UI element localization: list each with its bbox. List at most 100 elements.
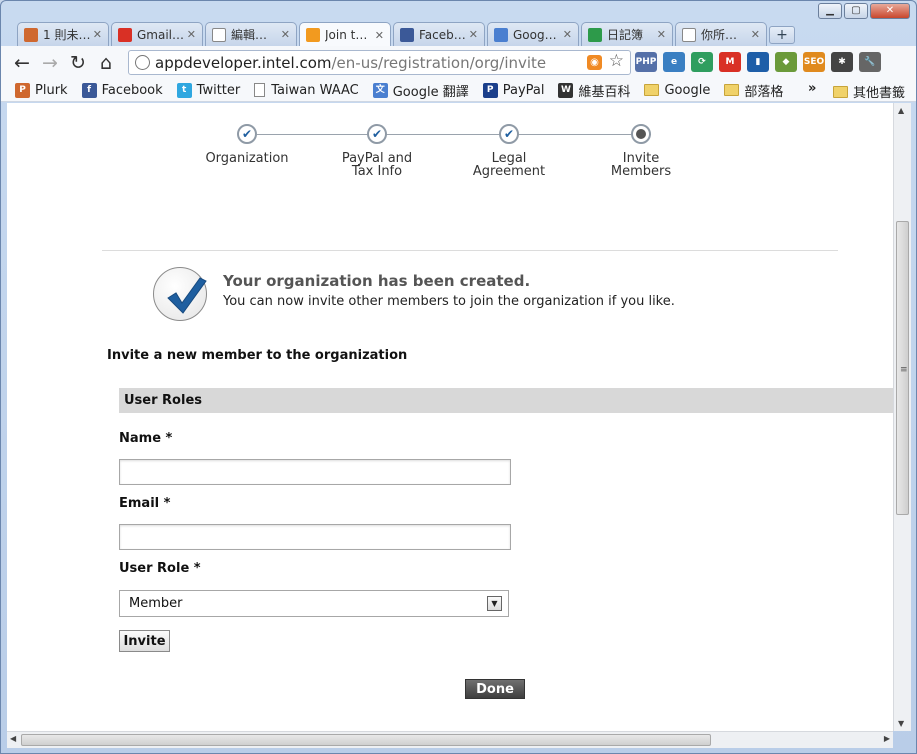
twitter-icon: t [176,82,192,98]
close-tab-icon[interactable]: ✕ [93,28,102,41]
horizontal-scroll-thumb[interactable] [21,734,711,746]
plurk-icon: P [15,82,30,98]
address-bar[interactable]: appdeveloper.intel.com/en-us/registratio… [128,50,631,75]
intel-icon [306,28,320,42]
folder-icon [833,85,848,98]
bookmark-item[interactable]: W 維基百科 [558,81,630,100]
browser-window: ▁ ▢ ✕ 1 則未… ✕ Gmail… ✕ 編輯… ✕ Join t… ✕ Faceb… ✕ Go… [0,0,917,754]
spreadsheet-icon [588,27,602,42]
bookmark-label: Plurk [35,82,68,98]
close-tab-icon[interactable]: ✕ [375,29,384,42]
done-button[interactable]: Done [465,679,525,699]
browser-tab[interactable]: 1 則未… ✕ [17,22,109,46]
bookmark-item[interactable]: P PayPal [482,82,544,98]
success-message: You can now invite other members to join… [223,294,675,309]
scroll-right-icon[interactable]: ▶ [884,734,890,743]
bookmark-item[interactable]: P Plurk [15,82,68,98]
invite-button[interactable]: Invite [119,630,170,652]
close-tab-icon[interactable]: ✕ [657,28,666,41]
bookmark-label: Taiwan WAAC [271,82,359,98]
success-title: Your organization has been created. [223,272,531,290]
checkmark-icon [153,267,207,321]
bookmark-item[interactable]: 部落格 [724,81,783,100]
step-2: ✔ PayPal and Tax Info [317,117,437,178]
wrench-icon[interactable]: 🔧 [859,52,881,72]
ie-tab-icon[interactable]: e [663,52,685,72]
reload-icon[interactable]: ↻ [65,50,91,76]
bookmark-item[interactable]: Taiwan WAAC [254,82,359,98]
bookmark-label: Facebook [101,82,163,98]
close-tab-icon[interactable]: ✕ [281,28,290,41]
globe-icon [135,55,150,70]
bookmark-star-icon[interactable]: ☆ [609,51,624,71]
scroll-down-icon[interactable]: ▼ [898,719,904,728]
rss-icon[interactable]: ◉ [587,55,602,70]
step-3: ✔ Legal Agreement [449,117,569,178]
php-icon[interactable]: PHP [635,52,657,72]
clip-icon[interactable]: ◆ [775,52,797,72]
document-icon [254,83,266,97]
browser-tab[interactable]: Gmail… ✕ [111,22,203,46]
horizontal-scrollbar[interactable]: ◀ ▶ [7,731,893,748]
extension-icons: PHP e ⟳ M ▮ ◆ SEO ✱ 🔧 [635,52,881,72]
maximize-icon[interactable]: ▢ [844,3,868,19]
invite-heading: Invite a new member to the organization [107,348,408,363]
tab-label: 日記簿 [607,28,644,42]
browser-tab[interactable]: 你所… ✕ [675,22,767,46]
vertical-scroll-thumb[interactable]: ≡ [896,221,909,515]
folder-icon [644,84,660,96]
vertical-scrollbar[interactable]: ▲ ≡ ▼ [893,103,911,731]
back-icon[interactable]: ← [9,50,35,76]
address-path: /en-us/registration/org/invite [331,53,547,72]
close-tab-icon[interactable]: ✕ [563,28,572,41]
other-bookmarks[interactable]: 其他書籤 [833,82,905,101]
wikipedia-icon: W [558,82,574,98]
browser-toolbar: ← → ↻ ⌂ appdeveloper.intel.com/en-us/reg… [1,46,916,79]
gmail-checker-icon[interactable]: M [719,52,741,72]
bookmark-item[interactable]: f Facebook [81,82,163,98]
folder-icon [724,84,740,96]
bookmark-item[interactable]: Google [644,83,710,98]
check-icon: ✔ [237,124,257,144]
forward-icon[interactable]: → [37,50,63,76]
user-role-label: User Role * [119,561,201,576]
close-tab-icon[interactable]: ✕ [469,28,478,41]
check-icon: ✔ [367,124,387,144]
email-input[interactable] [119,524,511,550]
bookmarks-overflow-icon[interactable]: » [808,81,816,96]
browser-tab[interactable]: Goog… ✕ [487,22,579,46]
name-input[interactable] [119,459,511,485]
user-role-select[interactable]: Member ▼ [119,590,509,617]
home-icon[interactable]: ⌂ [93,50,119,76]
browser-tab[interactable]: 日記簿 ✕ [581,22,673,46]
browser-tab[interactable]: 編輯… ✕ [205,22,297,46]
chevron-down-icon[interactable]: ▼ [487,596,502,611]
sync-icon[interactable]: ⟳ [691,52,713,72]
document-icon [682,27,696,42]
bookmark-item[interactable]: 文 Google 翻譯 [372,81,469,100]
window-controls: ▁ ▢ ✕ [818,3,910,19]
bookmark-label: Google [664,82,711,98]
step-label: Legal Agreement [472,151,546,179]
paypal-icon: P [482,82,498,98]
scroll-up-icon[interactable]: ▲ [898,106,904,115]
grip-icon: ≡ [900,365,908,375]
seo-icon[interactable]: SEO [803,52,825,72]
minimize-icon[interactable]: ▁ [818,3,842,19]
close-window-icon[interactable]: ✕ [870,3,910,19]
step-label: Organization [205,151,289,166]
user-roles-section-header: User Roles [119,388,893,413]
browser-tab[interactable]: Faceb… ✕ [393,22,485,46]
close-tab-icon[interactable]: ✕ [751,28,760,41]
close-tab-icon[interactable]: ✕ [187,28,196,41]
scroll-left-icon[interactable]: ◀ [10,734,16,743]
stats-icon[interactable]: ▮ [747,52,769,72]
address-host: appdeveloper.intel.com [155,53,332,72]
plurk-icon [24,27,38,42]
tab-label: Goog… [513,27,557,42]
bookmark-item[interactable]: t Twitter [176,82,240,98]
browser-tab[interactable]: Join t… ✕ [299,22,391,47]
bug-icon[interactable]: ✱ [831,52,853,72]
new-tab-icon[interactable]: + [769,26,795,44]
tab-label: Gmail… [137,27,184,42]
